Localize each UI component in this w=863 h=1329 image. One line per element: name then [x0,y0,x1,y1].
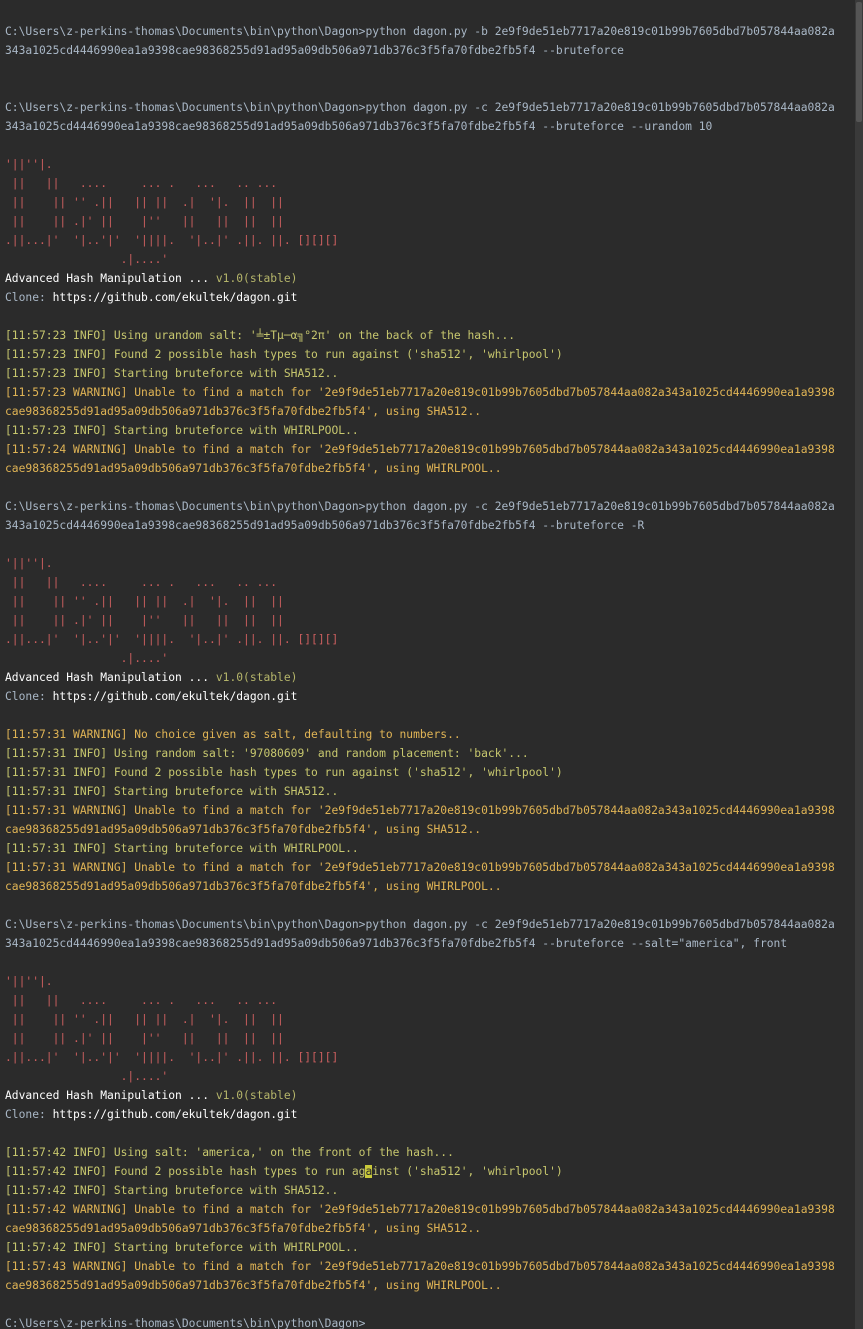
clone-label: Clone: [5,690,53,703]
command-line: 343a1025cd4446990ea1a9398cae98368255d91a… [5,519,645,532]
ascii-banner-line: .||...|' '|..'|' '||||. '|..|' .||. ||. … [5,234,339,247]
ascii-banner-line: .|....' [5,652,169,665]
command-line: C:\Users\z-perkins-thomas\Documents\bin\… [5,918,835,931]
ascii-banner-line: '||''|. [5,158,53,171]
clone-url: https://github.com/ekultek/dagon.git [52,1108,298,1121]
command-line: 343a1025cd4446990ea1a9398cae98368255d91a… [5,120,713,133]
log-line: [11:57:42 INFO] Starting bruteforce with… [5,1184,339,1197]
log-line: [11:57:31 INFO] Found 2 possible hash ty… [5,766,563,779]
banner-title-line: Advanced Hash Manipulation ... v1.0(stab… [5,269,855,288]
clone-line: Clone: https://github.com/ekultek/dagon.… [5,687,855,706]
clone-label: Clone: [5,1108,53,1121]
ascii-banner-line: .|....' [5,253,169,266]
ascii-banner-line: .||...|' '|..'|' '||||. '|..|' .||. ||. … [5,633,339,646]
banner-version: v1.0(stable) [215,1089,298,1102]
ascii-banner-line: || || .... ... . ... .. ... [5,994,278,1007]
ascii-banner-line: || || .... ... . ... .. ... [5,177,278,190]
clone-line: Clone: https://github.com/ekultek/dagon.… [5,1105,855,1124]
ascii-banner-line: || || .... ... . ... .. ... [5,576,278,589]
log-line: [11:57:31 WARNING] No choice given as sa… [5,728,461,741]
log-line: [11:57:23 INFO] Starting bruteforce with… [5,367,339,380]
banner-title-line: Advanced Hash Manipulation ... v1.0(stab… [5,1086,855,1105]
ascii-banner-line: .|....' [5,1070,169,1083]
ascii-banner-line: '||''|. [5,557,53,570]
clone-url: https://github.com/ekultek/dagon.git [52,690,298,703]
log-line: [11:57:42 INFO] Using salt: 'america,' o… [5,1146,454,1159]
log-line: [11:57:43 WARNING] Unable to find a matc… [5,1260,835,1273]
log-line: cae98368255d91ad95a09db506a971db376c3f5f… [5,462,502,475]
log-line: cae98368255d91ad95a09db506a971db376c3f5f… [5,405,482,418]
log-line: [11:57:31 INFO] Starting bruteforce with… [5,842,359,855]
input-prompt[interactable]: C:\Users\z-perkins-thomas\Documents\bin\… [5,1314,855,1329]
banner-title: Advanced Hash Manipulation ... [5,272,216,285]
log-line: [11:57:31 WARNING] Unable to find a matc… [5,804,835,817]
log-line: [11:57:42 INFO] Found 2 possible hash ty… [5,1165,563,1178]
log-line: [11:57:23 INFO] Starting bruteforce with… [5,424,359,437]
log-line: [11:57:42 INFO] Starting bruteforce with… [5,1241,359,1254]
log-line: [11:57:31 INFO] Starting bruteforce with… [5,785,339,798]
log-line: cae98368255d91ad95a09db506a971db376c3f5f… [5,1279,502,1292]
banner-version: v1.0(stable) [215,272,298,285]
vertical-scrollbar[interactable] [855,0,863,1329]
ascii-banner-line: .||...|' '|..'|' '||||. '|..|' .||. ||. … [5,1051,339,1064]
log-line: cae98368255d91ad95a09db506a971db376c3f5f… [5,823,482,836]
ascii-banner-line: || || .|' || |'' || || || || [5,215,284,228]
clone-label: Clone: [5,291,53,304]
log-line: cae98368255d91ad95a09db506a971db376c3f5f… [5,1222,482,1235]
banner-version: v1.0(stable) [215,671,298,684]
command-line: 343a1025cd4446990ea1a9398cae98368255d91a… [5,44,624,57]
log-line: cae98368255d91ad95a09db506a971db376c3f5f… [5,880,502,893]
log-line: [11:57:31 WARNING] Unable to find a matc… [5,861,835,874]
terminal-output[interactable]: C:\Users\z-perkins-thomas\Documents\bin\… [0,0,855,1329]
log-line: [11:57:23 INFO] Found 2 possible hash ty… [5,348,563,361]
ascii-banner-line: || || .|' || |'' || || || || [5,1032,284,1045]
banner-title: Advanced Hash Manipulation ... [5,671,216,684]
command-line: C:\Users\z-perkins-thomas\Documents\bin\… [5,25,835,38]
log-line: [11:57:23 WARNING] Unable to find a matc… [5,386,835,399]
log-line: [11:57:23 INFO] Using urandom salt: '╧±T… [5,329,516,342]
log-line: [11:57:42 WARNING] Unable to find a matc… [5,1203,835,1216]
ascii-banner-line: || || '' .|| || || .| '|. || || [5,1013,284,1026]
banner-title-line: Advanced Hash Manipulation ... v1.0(stab… [5,668,855,687]
ascii-banner-line: || || '' .|| || || .| '|. || || [5,196,284,209]
banner-title: Advanced Hash Manipulation ... [5,1089,216,1102]
log-line: [11:57:24 WARNING] Unable to find a matc… [5,443,835,456]
command-line: C:\Users\z-perkins-thomas\Documents\bin\… [5,101,835,114]
command-line: 343a1025cd4446990ea1a9398cae98368255d91a… [5,937,788,950]
clone-line: Clone: https://github.com/ekultek/dagon.… [5,288,855,307]
command-line: C:\Users\z-perkins-thomas\Documents\bin\… [5,500,835,513]
ascii-banner-line: '||''|. [5,975,53,988]
ascii-banner-line: || || .|' || |'' || || || || [5,614,284,627]
log-line: [11:57:31 INFO] Using random salt: '9708… [5,747,529,760]
ascii-banner-line: || || '' .|| || || .| '|. || || [5,595,284,608]
scrollbar-thumb[interactable] [856,2,862,122]
clone-url: https://github.com/ekultek/dagon.git [52,291,298,304]
